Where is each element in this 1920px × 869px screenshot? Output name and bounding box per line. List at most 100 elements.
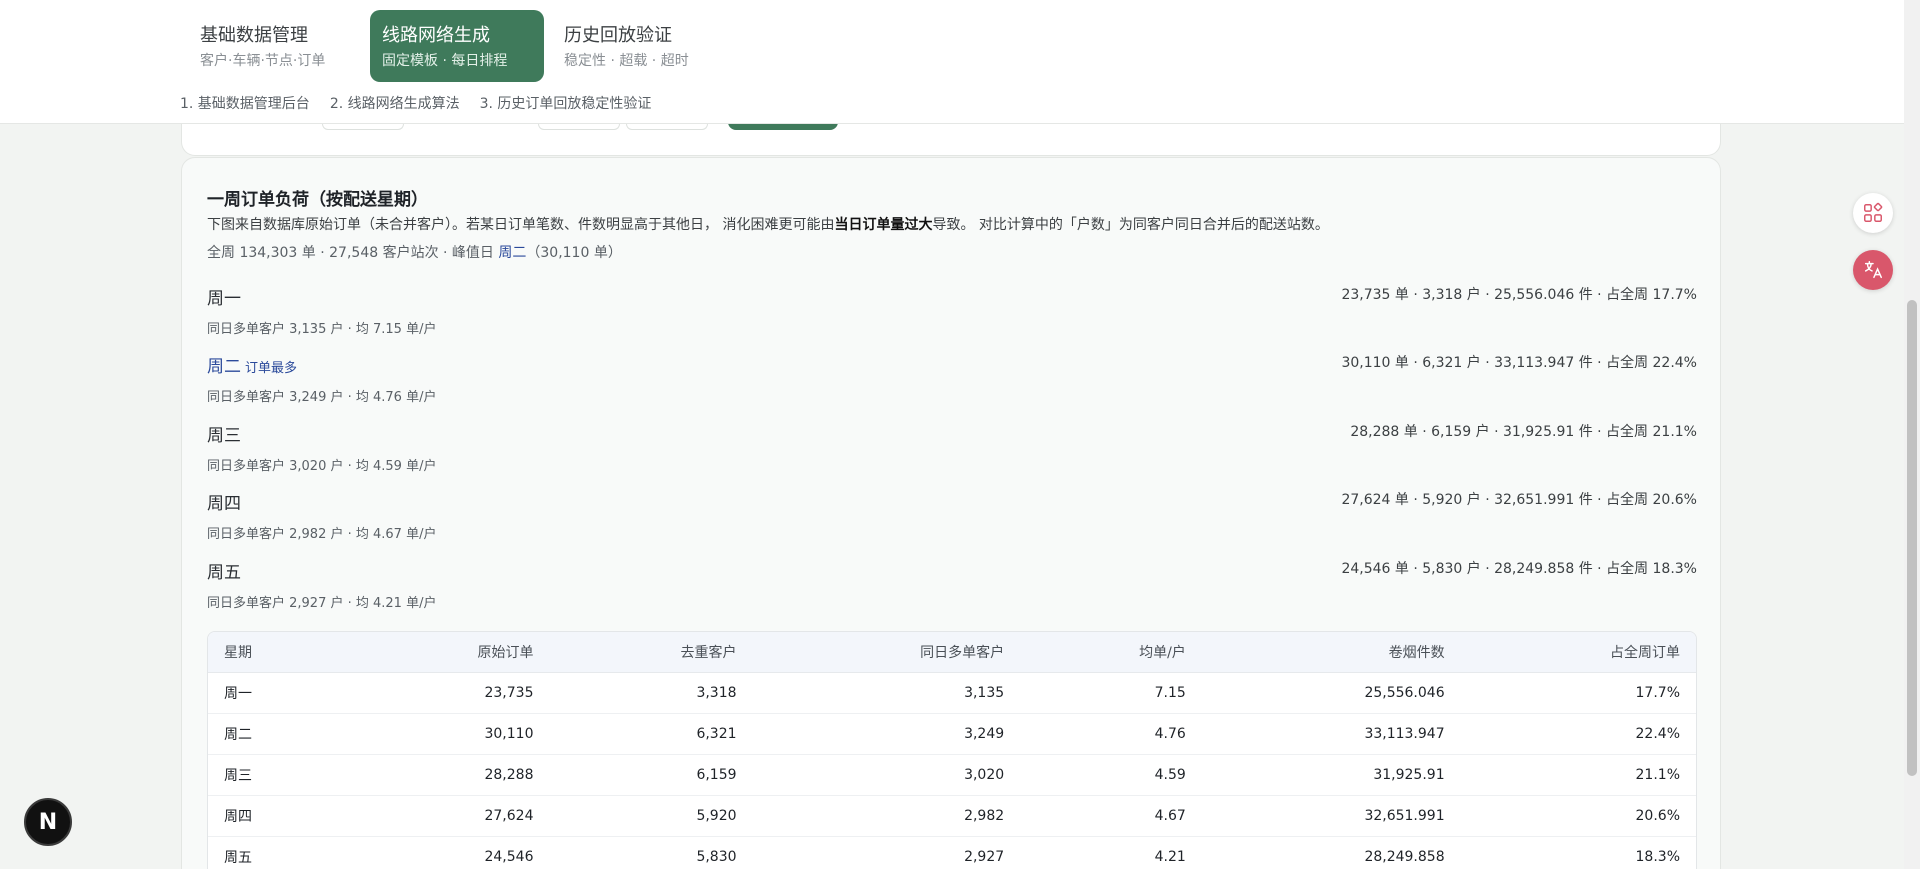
apps-grid-icon-glyph: [1864, 202, 1883, 222]
day-name: 周四: [207, 489, 241, 514]
cell: 5,920: [549, 795, 753, 837]
day-subtext: 同日多单客户 2,927 户 · 均 4.21 单/户: [207, 596, 437, 611]
day-name: 周三: [207, 421, 241, 446]
desc-text: 导致。 对比计算中的「户数」为同客户同日合并后的配送站数。: [932, 217, 1329, 233]
table-row: 周二 30,110 6,321 3,249 4.76 33,113.947 22…: [208, 713, 1696, 755]
cell: 6,159: [549, 754, 753, 796]
cell: 3,249: [752, 713, 1021, 755]
day-subtext: 同日多单客户 3,020 户 · 均 4.59 单/户: [207, 459, 437, 474]
weekly-table: 星期 原始订单 去重客户 同日多单客户 均单/户 卷烟件数 占全周订单 周一 2…: [207, 631, 1697, 869]
cell: 3,318: [549, 672, 753, 714]
table-row: 周一 23,735 3,318 3,135 7.15 25,556.046 17…: [208, 672, 1696, 714]
day-label: 周二: [207, 357, 241, 377]
day-subtext: 同日多单客户 3,135 户 · 均 7.15 单/户: [207, 322, 437, 337]
cell: 24,546: [346, 836, 550, 869]
cell: 周二: [208, 713, 347, 755]
day-name: 周五: [207, 558, 241, 583]
day-label: 周一: [207, 289, 241, 309]
day-label: 周三: [207, 426, 241, 446]
tab-label: 历史回放验证: [564, 25, 672, 46]
peak-day: 周二: [498, 245, 527, 261]
tab-label: 基础数据管理: [200, 25, 308, 46]
cell: 4.21: [1020, 836, 1202, 869]
translate-icon[interactable]: [1853, 250, 1893, 290]
cell: 27,624: [346, 795, 550, 837]
section-title: 一周订单负荷（按配送星期）: [207, 190, 428, 210]
desc-emphasis: 当日订单量过大: [834, 217, 933, 233]
module-tabs: 基础数据管理 客户·车辆·节点·订单 线路网络生成 固定模板 · 每日排程 历史…: [188, 10, 726, 82]
step-link-2[interactable]: 2. 线路网络生成算法: [330, 93, 460, 113]
translate-icon-glyph: [1864, 261, 1882, 279]
cell: 2,982: [752, 795, 1021, 837]
day-stats: 27,624 单 · 5,920 户 · 32,651.991 件 · 占全周 …: [1341, 492, 1697, 508]
cell: 周一: [208, 672, 347, 714]
cell: 6,321: [549, 713, 753, 755]
step-link-3[interactable]: 3. 历史订单回放稳定性验证: [480, 93, 652, 113]
table-row: 周五 24,546 5,830 2,927 4.21 28,249.858 18…: [208, 836, 1696, 869]
day-name: 周一: [207, 284, 241, 309]
table-row: 周三 28,288 6,159 3,020 4.59 31,925.91 21.…: [208, 754, 1696, 796]
col-header: 原始订单: [346, 632, 550, 673]
day-subtext: 同日多单客户 2,982 户 · 均 4.67 单/户: [207, 527, 437, 542]
cell: 4.67: [1020, 795, 1202, 837]
cell: 23,735: [346, 672, 550, 714]
day-row-tue: 周二 订单最多 同日多单客户 3,249 户 · 均 4.76 单/户 30,11…: [207, 352, 1697, 416]
day-label: 周五: [207, 563, 241, 583]
week-summary: 全周 134,303 单 · 27,548 客户站次 · 峰值日 周二（30,1…: [207, 242, 622, 262]
summary-text: 全周 134,303 单 · 27,548 客户站次 · 峰值日: [207, 245, 499, 261]
table-header-row: 星期 原始订单 去重客户 同日多单客户 均单/户 卷烟件数 占全周订单: [208, 632, 1696, 673]
tab-history-replay[interactable]: 历史回放验证 稳定性 · 超载 · 超时: [552, 10, 726, 82]
tab-sub: 稳定性 · 超载 · 超时: [564, 53, 689, 69]
col-header: 同日多单客户: [752, 632, 1021, 673]
cell: 周四: [208, 795, 347, 837]
cell: 3,020: [752, 754, 1021, 796]
tab-sub: 固定模板 · 每日排程: [382, 53, 508, 69]
col-header: 占全周订单: [1460, 632, 1696, 673]
summary-text: （30,110 单）: [526, 245, 622, 261]
col-header: 去重客户: [549, 632, 753, 673]
day-name: 周二 订单最多: [207, 352, 297, 377]
cell: 7.15: [1020, 672, 1202, 714]
day-label: 周四: [207, 494, 241, 514]
weekly-load-card: 一周订单负荷（按配送星期） 下图来自数据库原始订单（未合并客户）。若某日订单笔数…: [181, 157, 1721, 869]
day-row-wed: 周三 同日多单客户 3,020 户 · 均 4.59 单/户 28,288 单 …: [207, 421, 1697, 485]
cell: 18.3%: [1460, 836, 1696, 869]
day-subtext: 同日多单客户 3,249 户 · 均 4.76 单/户: [207, 390, 437, 405]
day-row-thu: 周四 同日多单客户 2,982 户 · 均 4.67 单/户 27,624 单 …: [207, 489, 1697, 553]
day-stats: 23,735 单 · 3,318 户 · 25,556.046 件 · 占全周 …: [1341, 287, 1697, 303]
day-stats: 28,288 单 · 6,159 户 · 31,925.91 件 · 占全周 2…: [1350, 424, 1697, 440]
cell: 2,927: [752, 836, 1021, 869]
tab-basic-data[interactable]: 基础数据管理 客户·车辆·节点·订单: [188, 10, 362, 82]
top-nav: 基础数据管理 客户·车辆·节点·订单 线路网络生成 固定模板 · 每日排程 历史…: [0, 0, 1904, 124]
section-description: 下图来自数据库原始订单（未合并客户）。若某日订单笔数、件数明显高于其他日， 消化…: [207, 214, 1329, 234]
cell: 周三: [208, 754, 347, 796]
peak-badge: 订单最多: [245, 361, 298, 376]
col-header: 均单/户: [1020, 632, 1202, 673]
cell: 31,925.91: [1201, 754, 1461, 796]
day-stats: 24,546 单 · 5,830 户 · 28,249.858 件 · 占全周 …: [1341, 561, 1697, 577]
scrollbar-thumb[interactable]: [1907, 300, 1917, 776]
cell: 17.7%: [1460, 672, 1696, 714]
cell: 21.1%: [1460, 754, 1696, 796]
step-link-1[interactable]: 1. 基础数据管理后台: [180, 93, 310, 113]
cell: 33,113.947: [1201, 713, 1461, 755]
day-stats: 30,110 单 · 6,321 户 · 33,113.947 件 · 占全周 …: [1341, 355, 1697, 371]
apps-grid-icon[interactable]: [1853, 193, 1893, 233]
brand-n-icon[interactable]: N: [24, 798, 72, 846]
cell: 30,110: [346, 713, 550, 755]
col-header: 星期: [208, 632, 347, 673]
cell: 20.6%: [1460, 795, 1696, 837]
cell: 25,556.046: [1201, 672, 1461, 714]
cell: 5,830: [549, 836, 753, 869]
cell: 4.76: [1020, 713, 1202, 755]
tab-route-network[interactable]: 线路网络生成 固定模板 · 每日排程: [370, 10, 544, 82]
desc-text: 下图来自数据库原始订单（未合并客户）。若某日订单笔数、件数明显高于其他日， 消化…: [207, 217, 835, 233]
table-row: 周四 27,624 5,920 2,982 4.67 32,651.991 20…: [208, 795, 1696, 837]
col-header: 卷烟件数: [1201, 632, 1461, 673]
step-links: 1. 基础数据管理后台 2. 线路网络生成算法 3. 历史订单回放稳定性验证: [180, 93, 651, 113]
day-row-fri: 周五 同日多单客户 2,927 户 · 均 4.21 单/户 24,546 单 …: [207, 558, 1697, 622]
cell: 28,288: [346, 754, 550, 796]
cell: 28,249.858: [1201, 836, 1461, 869]
day-row-mon: 周一 同日多单客户 3,135 户 · 均 7.15 单/户 23,735 单 …: [207, 284, 1697, 348]
cell: 周五: [208, 836, 347, 869]
